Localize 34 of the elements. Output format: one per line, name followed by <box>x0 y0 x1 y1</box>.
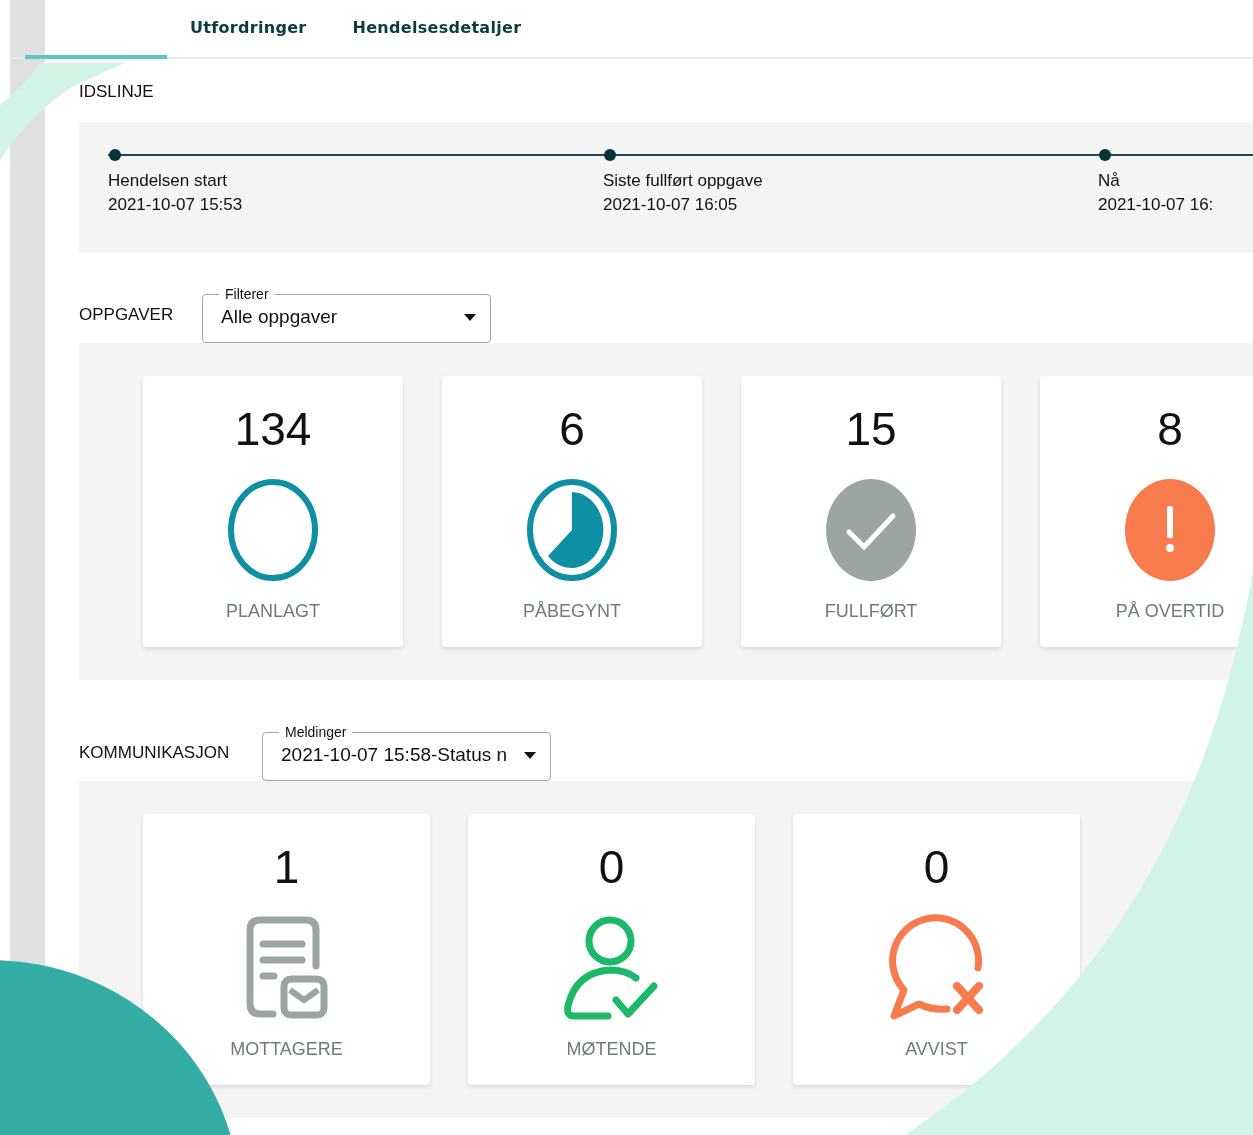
stat-count: 8 <box>1157 403 1183 455</box>
stat-count: 6 <box>559 403 585 455</box>
stat-count: 134 <box>234 403 312 455</box>
stat-label: AVVIST <box>905 1039 968 1060</box>
section-heading: IDSLINJE <box>79 82 155 102</box>
speech-bubble-x-icon <box>888 914 985 1022</box>
checkmark-circle-icon <box>825 478 917 582</box>
stat-label: MOTTAGERE <box>230 1039 343 1060</box>
timeline-event-time: 2021-10-07 15:53 <box>108 194 244 216</box>
stat-count: 0 <box>923 841 950 893</box>
section-heading: KOMMUNIKASJON <box>79 742 231 763</box>
stat-count: 15 <box>845 403 897 455</box>
progress-circle-icon <box>526 478 618 582</box>
exclamation-circle-icon <box>1124 478 1216 582</box>
caret-icon <box>524 751 536 759</box>
tab[interactable]: Hendelsesdetaljer <box>329 0 545 59</box>
stat-count: 0 <box>598 841 625 893</box>
stat-count: 1 <box>273 841 300 893</box>
timeline-event-title: Hendelsen start <box>108 170 229 192</box>
stat-label: PLANLAGT <box>225 601 320 622</box>
caret-icon <box>464 313 476 321</box>
stat-label: MØTENDE <box>566 1039 657 1060</box>
timeline-event-title: Siste fullført oppgave <box>603 170 764 192</box>
stat-label: FULLFØRT <box>824 601 918 622</box>
section-heading: OPPGAVER <box>79 304 175 325</box>
stat-label: PÅ OVERTID <box>1115 601 1225 622</box>
timeline-event-time: 2021-10-07 16: <box>1098 194 1215 216</box>
empty-circle-icon <box>227 478 319 582</box>
person-check-icon <box>563 914 660 1022</box>
tab[interactable]: Utfordringer <box>167 0 330 59</box>
document-envelope-icon <box>245 916 328 1020</box>
stat-label: PÅBEGYNT <box>523 601 621 622</box>
timeline-event-title: Nå <box>1098 170 1121 192</box>
timeline-event-time: 2021-10-07 16:05 <box>603 194 739 216</box>
